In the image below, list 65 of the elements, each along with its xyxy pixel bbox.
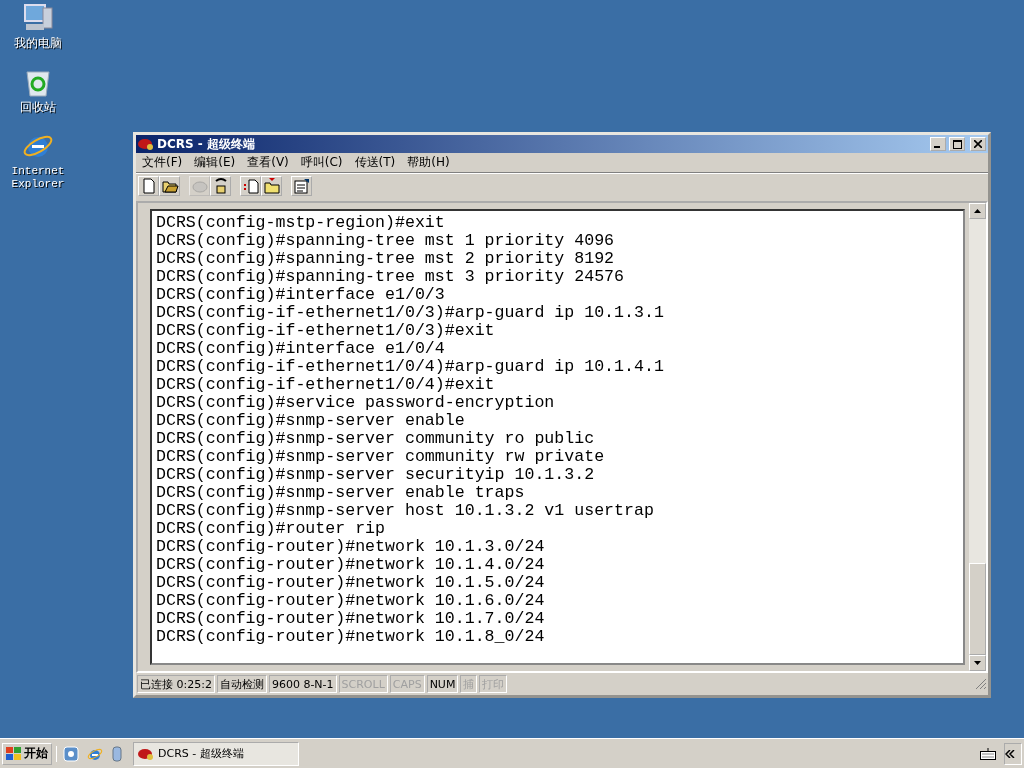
terminal-line: DCRS(config)#spanning-tree mst 3 priority 24576 xyxy=(156,268,626,286)
app-phone-icon xyxy=(138,746,154,761)
terminal-line: DCRS(config-router)#network 10.1.8_0/24 xyxy=(156,628,546,646)
terminal-line: DCRS(config-router)#network 10.1.4.0/24 xyxy=(156,556,546,574)
properties-icon xyxy=(292,177,311,195)
receive-folder-icon xyxy=(262,177,281,195)
keyboard-icon[interactable] xyxy=(980,747,996,760)
send-file-icon xyxy=(241,177,260,195)
desktop-icon-label[interactable]: Internet Explorer xyxy=(8,165,68,191)
terminal-line: DCRS(config)#service password-encryption xyxy=(156,394,556,412)
close-icon xyxy=(974,140,982,148)
terminal-line: DCRS(config-if-ethernet1/0/3)#arp-guard ip 10.1.3.1 xyxy=(156,304,665,322)
terminal-line: DCRS(config-if-ethernet1/0/3)#exit xyxy=(156,322,496,340)
terminal-line: DCRS(config)#snmp-server securityip 10.1.3.2 xyxy=(156,466,596,484)
app-phone-icon xyxy=(138,137,154,151)
status-field: 自动检测 xyxy=(216,675,267,693)
terminal-line: DCRS(config)#spanning-tree mst 1 priority 4096 xyxy=(156,232,616,250)
window-title: DCRS - 超级终端 xyxy=(157,135,256,153)
terminal-line: DCRS(config-router)#network 10.1.3.0/24 xyxy=(156,538,546,556)
terminal-line: DCRS(config)#router rip xyxy=(156,520,387,538)
toolbar-button[interactable] xyxy=(159,176,180,196)
scroll-up-button[interactable] xyxy=(969,203,986,219)
start-button[interactable]: 开始 xyxy=(2,742,52,765)
terminal-line: DCRS(config)#snmp-server enable traps xyxy=(156,484,526,502)
terminal-line: DCRS(config)#interface e1/0/3 xyxy=(156,286,446,304)
resize-grip-icon[interactable] xyxy=(975,678,987,690)
media-player-icon[interactable] xyxy=(111,745,123,762)
close-button[interactable] xyxy=(970,137,986,151)
menu-item[interactable]: 文件(F) xyxy=(136,154,189,171)
terminal-line: DCRS(config-router)#network 10.1.5.0/24 xyxy=(156,574,546,592)
windows-flag-icon xyxy=(6,746,22,761)
toolbar-button[interactable] xyxy=(210,176,231,196)
scrollbar-thumb[interactable] xyxy=(969,563,986,655)
status-field: NUM xyxy=(426,675,459,693)
toolbar-button[interactable] xyxy=(291,176,312,196)
menu-item[interactable]: 传送(T) xyxy=(348,154,402,171)
terminal-line: DCRS(config)#snmp-server host 10.1.3.2 v1 usertrap xyxy=(156,502,655,520)
terminal-line: DCRS(config)#spanning-tree mst 2 priority 8192 xyxy=(156,250,616,268)
status-field: 已连接 0:25:2 xyxy=(137,675,215,693)
double-chevron-icon xyxy=(1005,749,1015,758)
menu-item[interactable]: 编辑(E) xyxy=(188,154,242,171)
taskbar-task-button[interactable]: DCRS - 超级终端 xyxy=(133,741,299,766)
terminal-line: DCRS(config-if-ethernet1/0/4)#arp-guard ip 10.1.4.1 xyxy=(156,358,665,376)
terminal-line: DCRS(config)#snmp-server community rw private xyxy=(156,448,606,466)
terminal-line: DCRS(config-if-ethernet1/0/4)#exit xyxy=(156,376,496,394)
terminal-line: DCRS(config)#snmp-server enable xyxy=(156,412,466,430)
desktop-icon-label[interactable]: 回收站 xyxy=(20,101,56,114)
terminal-line: DCRS(config)#snmp-server community ro public xyxy=(156,430,596,448)
terminal-line: DCRS(config-router)#network 10.1.6.0/24 xyxy=(156,592,546,610)
menu-item[interactable]: 呼叫(C) xyxy=(294,154,349,171)
minimize-button[interactable] xyxy=(930,137,946,151)
status-field: 9600 8-N-1 xyxy=(268,675,337,693)
terminal-line: DCRS(config)#interface e1/0/4 xyxy=(156,340,446,358)
terminal-line: DCRS(config-router)#network 10.1.7.0/24 xyxy=(156,610,546,628)
maximize-icon xyxy=(952,139,962,149)
maximize-button[interactable] xyxy=(949,137,965,151)
terminal-line: DCRS(config-mstp-region)#exit xyxy=(156,214,446,232)
desktop-icon[interactable] xyxy=(63,745,79,762)
down-arrow-icon xyxy=(974,661,981,665)
up-arrow-icon xyxy=(974,209,981,213)
desktop-icon-label[interactable]: 我的电脑 xyxy=(14,37,62,50)
show-hidden-icons-button[interactable] xyxy=(1004,742,1022,765)
menu-item[interactable]: 帮助(H) xyxy=(401,154,456,171)
menu-item[interactable]: 查看(V) xyxy=(241,154,295,171)
scroll-down-button[interactable] xyxy=(969,655,986,671)
